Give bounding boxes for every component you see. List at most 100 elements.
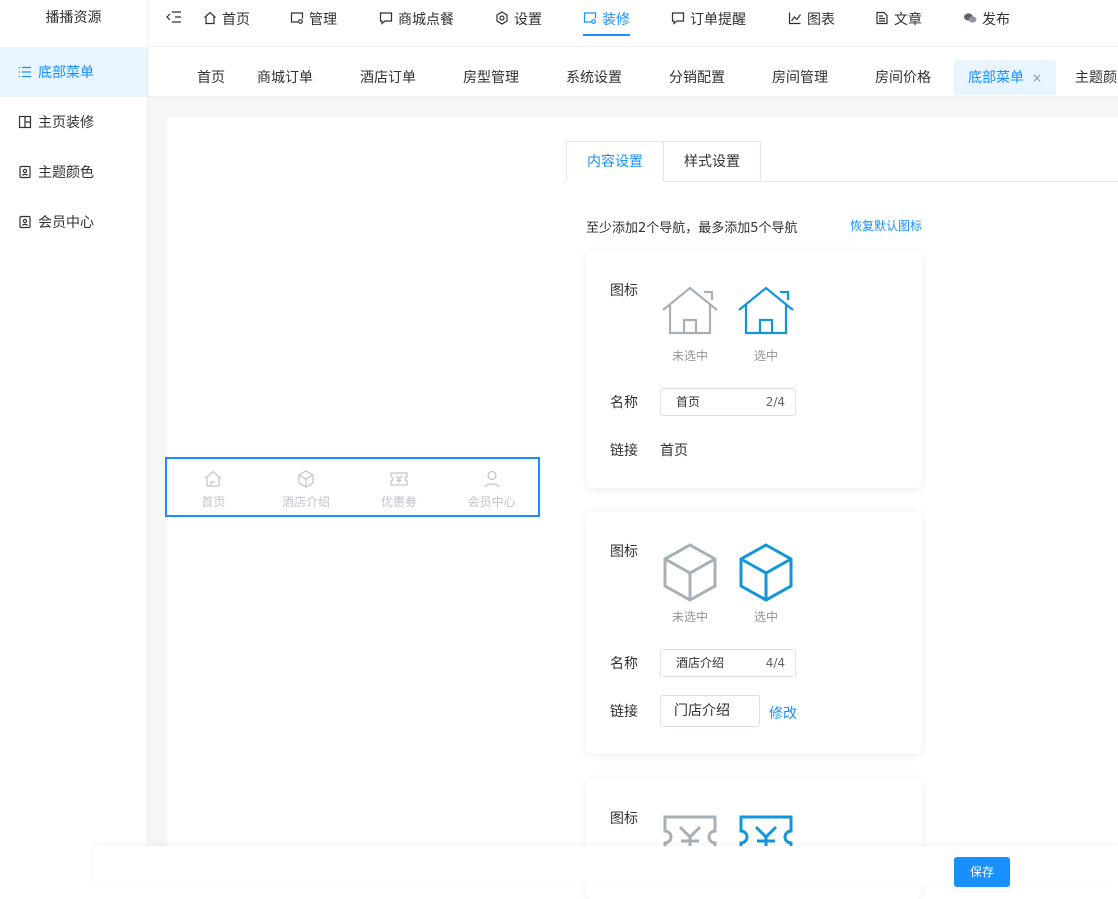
list-icon <box>18 65 32 79</box>
preview-item-label: 会员中心 <box>468 493 516 510</box>
wechat-icon <box>963 11 977 25</box>
doc-icon <box>18 215 32 229</box>
sidebar-item-label: 会员中心 <box>38 212 94 232</box>
sidebar-item-member-center[interactable]: 会员中心 <box>0 197 147 247</box>
nav-item-card: 图标 未选中 选中 名称 首页2/4 链接 首页 <box>586 251 922 488</box>
doc-icon <box>18 165 32 179</box>
top-menu-label: 装修 <box>602 9 630 29</box>
edit-link-button[interactable]: 修改 <box>769 703 797 723</box>
tab-mall-order[interactable]: 商城订单 <box>257 60 313 95</box>
preview-item-label: 首页 <box>201 493 225 510</box>
top-menu-home[interactable]: 首页 <box>203 0 290 47</box>
tab-label: 分销配置 <box>669 70 725 86</box>
sidebar-menu: 底部菜单 主页装修 主题颜色 会员中心 <box>0 47 147 247</box>
message-icon <box>379 11 393 25</box>
icon-label: 图标 <box>610 808 638 828</box>
cube-icon <box>296 469 316 489</box>
sidebar-item-theme-color[interactable]: 主题颜色 <box>0 147 147 197</box>
chart-icon <box>788 11 802 25</box>
tab-hotel-order[interactable]: 酒店订单 <box>360 60 416 95</box>
top-menu-label: 文章 <box>894 9 922 29</box>
layout-icon <box>18 115 32 129</box>
top-menu-label: 图表 <box>807 9 835 29</box>
collapse-sidebar-icon[interactable] <box>166 9 182 25</box>
link-value: 首页 <box>660 440 688 460</box>
link-label: 链接 <box>610 440 638 460</box>
tab-content-settings[interactable]: 内容设置 <box>566 141 664 182</box>
top-menu-decoration[interactable]: 装修 <box>583 0 630 47</box>
user-icon <box>482 469 502 489</box>
cube-icon-selected[interactable] <box>736 542 796 602</box>
top-menu-order-remind[interactable]: 订单提醒 <box>671 0 788 47</box>
link-input[interactable]: 门店介绍 <box>660 695 760 727</box>
tab-style-settings[interactable]: 样式设置 <box>663 141 761 182</box>
top-menu-label: 设置 <box>514 9 542 29</box>
preview-item-member[interactable]: 会员中心 <box>452 469 532 510</box>
name-input[interactable]: 首页2/4 <box>660 388 796 416</box>
sidebar: 播播资源 底部菜单 主页装修 主题颜色 会员中心 <box>0 0 148 886</box>
tabbar-preview[interactable]: 首页 酒店介绍 优惠券 会员中心 <box>165 457 540 517</box>
selected-caption: 选中 <box>736 347 796 364</box>
tags-view: 首页 商城订单 酒店订单 房型管理 系统设置 分销配置 房间管理 房间价格 底部… <box>148 47 1118 97</box>
selected-caption: 选中 <box>736 608 796 625</box>
sidebar-item-bottom-menu[interactable]: 底部菜单 <box>0 47 147 97</box>
top-menu-settings[interactable]: 设置 <box>495 0 583 47</box>
tab-label: 房间价格 <box>875 70 931 86</box>
sidebar-item-home-decoration[interactable]: 主页装修 <box>0 97 147 147</box>
top-menu-label: 首页 <box>222 9 250 29</box>
gear-icon <box>495 11 509 25</box>
unselected-caption: 未选中 <box>660 347 720 364</box>
monitor-icon <box>583 11 597 25</box>
close-icon[interactable]: × <box>1032 71 1042 85</box>
tab-label: 系统设置 <box>566 70 622 86</box>
top-menu-articles[interactable]: 文章 <box>875 0 963 47</box>
home-icon <box>203 469 223 489</box>
top-menu-charts[interactable]: 图表 <box>788 0 875 47</box>
name-value: 酒店介绍 <box>676 656 724 670</box>
tab-room-manage[interactable]: 房间管理 <box>772 60 828 95</box>
unselected-caption: 未选中 <box>660 608 720 625</box>
preview-item-label: 酒店介绍 <box>282 493 330 510</box>
link-label: 链接 <box>610 701 638 721</box>
cube-icon-unselected[interactable] <box>660 542 720 602</box>
name-input[interactable]: 酒店介绍4/4 <box>660 649 796 677</box>
top-menu-label: 管理 <box>309 9 337 29</box>
tab-bottom-menu[interactable]: 底部菜单× <box>954 60 1056 95</box>
tab-theme-color[interactable]: 主题颜 <box>1075 60 1117 95</box>
top-menu: 首页 管理 商城点餐 设置 装修 订单提醒 图表 文章 <box>203 0 1023 47</box>
tab-room-type[interactable]: 房型管理 <box>463 60 519 95</box>
save-button[interactable]: 保存 <box>954 857 1010 887</box>
preview-item-home[interactable]: 首页 <box>173 469 253 510</box>
home-icon-selected[interactable] <box>736 283 796 343</box>
settings-tabs: 内容设置 样式设置 <box>566 141 1118 182</box>
tab-label: 首页 <box>197 70 225 86</box>
home-icon-unselected[interactable] <box>660 283 720 343</box>
nav-item-card: 图标 未选中 选中 名称 酒店介绍4/4 链接 门店介绍 修改 <box>586 512 922 754</box>
home-icon <box>203 11 217 25</box>
sidebar-item-label: 底部菜单 <box>38 62 94 82</box>
tab-label: 商城订单 <box>257 70 313 86</box>
top-menu-manage[interactable]: 管理 <box>290 0 379 47</box>
tab-system-settings[interactable]: 系统设置 <box>566 60 622 95</box>
char-count: 2/4 <box>766 389 785 415</box>
tab-label: 房型管理 <box>463 70 519 86</box>
top-navbar: 首页 管理 商城点餐 设置 装修 订单提醒 图表 文章 <box>148 0 1118 47</box>
top-menu-label: 商城点餐 <box>398 9 454 29</box>
monitor-icon <box>290 11 304 25</box>
top-menu-mall-order[interactable]: 商城点餐 <box>379 0 495 47</box>
tab-home[interactable]: 首页 <box>197 60 225 95</box>
preview-item-hotel[interactable]: 酒店介绍 <box>266 469 346 510</box>
nav-count-hint: 至少添加2个导航，最多添加5个导航 <box>586 217 798 236</box>
document-icon <box>875 11 889 25</box>
top-menu-label: 订单提醒 <box>690 9 746 29</box>
top-menu-label: 发布 <box>982 9 1010 29</box>
preview-item-label: 优惠券 <box>381 493 417 510</box>
icon-label: 图标 <box>610 280 638 300</box>
tab-room-price[interactable]: 房间价格 <box>875 60 931 95</box>
restore-default-icons-link[interactable]: 恢复默认图标 <box>850 217 922 234</box>
name-label: 名称 <box>610 392 638 412</box>
preview-item-coupon[interactable]: 优惠券 <box>359 469 439 510</box>
brand-title: 播播资源 <box>0 0 147 47</box>
top-menu-publish[interactable]: 发布 <box>963 0 1023 47</box>
tab-distribution[interactable]: 分销配置 <box>669 60 725 95</box>
